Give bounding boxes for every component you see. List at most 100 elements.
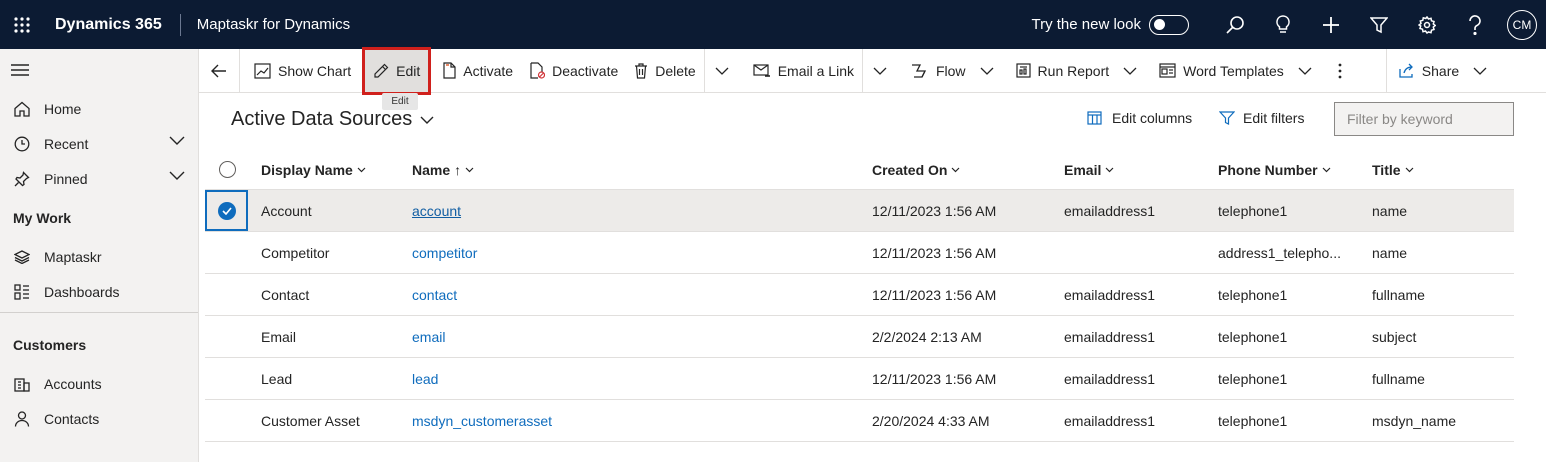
- table-row[interactable]: Lead lead 12/11/2023 1:56 AM emailaddres…: [205, 358, 1514, 400]
- phone-cell: telephone1: [1218, 371, 1288, 387]
- title-cell: fullname: [1372, 287, 1425, 303]
- arrow-left-icon: [211, 64, 227, 78]
- sidebar: Home Recent Pinned My Work Maptaskr Dash…: [0, 49, 199, 462]
- share-button[interactable]: Share: [1387, 49, 1495, 93]
- display-name-cell: Lead: [261, 371, 293, 387]
- gear-icon[interactable]: [1403, 0, 1451, 49]
- edit-label: Edit: [396, 62, 421, 79]
- try-new-look-label: Try the new look: [1031, 16, 1142, 33]
- lightbulb-icon[interactable]: [1259, 0, 1307, 49]
- sidebar-item-label: Home: [44, 101, 82, 117]
- title-cell: fullname: [1372, 371, 1425, 387]
- sidebar-item-home[interactable]: Home: [0, 92, 199, 126]
- sidebar-item-dashboards[interactable]: Dashboards: [0, 275, 199, 309]
- sidebar-item-label: Contacts: [44, 411, 100, 427]
- word-templates-chevron-down-icon: [1298, 67, 1312, 75]
- column-header-created-on[interactable]: Created On: [872, 162, 960, 178]
- clock-icon: [12, 136, 32, 152]
- page-title[interactable]: Active Data Sources: [231, 108, 412, 131]
- column-header-email[interactable]: Email: [1064, 162, 1114, 178]
- chevron-down-icon[interactable]: [169, 171, 185, 181]
- word-templates-button[interactable]: Word Templates: [1145, 49, 1320, 93]
- more-commands-icon[interactable]: [1320, 49, 1360, 93]
- email-cell: emailaddress1: [1064, 203, 1156, 219]
- flow-label: Flow: [935, 62, 966, 79]
- name-link[interactable]: msdyn_customerasset: [412, 413, 552, 429]
- email-link-label: Email a Link: [777, 62, 854, 79]
- back-button[interactable]: [199, 49, 239, 93]
- edit-filters-button[interactable]: Edit filters: [1219, 110, 1304, 126]
- sidebar-item-contacts[interactable]: Contacts: [0, 402, 199, 436]
- row-select-checkbox[interactable]: [205, 190, 248, 231]
- flow-button[interactable]: Flow: [897, 49, 1002, 93]
- name-link[interactable]: lead: [412, 371, 438, 387]
- brand-name[interactable]: Dynamics 365: [55, 16, 162, 34]
- select-all-checkbox[interactable]: [219, 161, 236, 178]
- phone-cell: telephone1: [1218, 287, 1288, 303]
- name-link[interactable]: email: [412, 329, 445, 345]
- column-header-title[interactable]: Title: [1372, 162, 1414, 178]
- column-header-name[interactable]: Name ↑: [412, 162, 474, 178]
- created-on-cell: 12/11/2023 1:56 AM: [872, 287, 997, 303]
- chevron-down-icon: [1105, 167, 1114, 173]
- display-name-cell: Account: [261, 203, 312, 219]
- word-templates-label: Word Templates: [1183, 62, 1284, 79]
- name-link[interactable]: contact: [412, 287, 457, 303]
- filter-icon[interactable]: [1355, 0, 1403, 49]
- email-link-chevron-down-icon[interactable]: [863, 49, 897, 93]
- edit-columns-button[interactable]: Edit columns: [1087, 110, 1192, 126]
- email-cell: emailaddress1: [1064, 287, 1156, 303]
- activate-button[interactable]: Activate: [434, 49, 521, 93]
- sidebar-item-recent[interactable]: Recent: [0, 127, 199, 161]
- edit-button[interactable]: Edit: [362, 46, 432, 95]
- plus-icon[interactable]: [1307, 0, 1355, 49]
- email-cell: emailaddress1: [1064, 413, 1156, 429]
- table-row[interactable]: Email email 2/2/2024 2:13 AM emailaddres…: [205, 316, 1514, 358]
- phone-cell: telephone1: [1218, 413, 1288, 429]
- name-link[interactable]: competitor: [412, 245, 477, 261]
- app-launcher-icon[interactable]: [0, 0, 44, 49]
- avatar[interactable]: CM: [1507, 9, 1537, 40]
- new-look-toggle[interactable]: [1149, 14, 1189, 35]
- sidebar-item-accounts[interactable]: Accounts: [0, 367, 199, 401]
- sidebar-item-maptaskr[interactable]: Maptaskr: [0, 240, 199, 274]
- filter-keyword-input[interactable]: Filter by keyword: [1334, 102, 1514, 136]
- delete-button[interactable]: Delete: [626, 49, 703, 93]
- chevron-down-icon[interactable]: [169, 136, 185, 146]
- customers-group-label: Customers: [13, 337, 87, 353]
- table-row[interactable]: Account account 12/11/2023 1:56 AM email…: [205, 190, 1514, 232]
- title-cell: subject: [1372, 329, 1417, 345]
- sort-ascending-icon: ↑: [454, 162, 462, 178]
- table-row[interactable]: Contact contact 12/11/2023 1:56 AM email…: [205, 274, 1514, 316]
- more-delete-chevron-down-icon[interactable]: [705, 49, 739, 93]
- help-icon[interactable]: [1451, 0, 1499, 49]
- flow-icon: [911, 63, 929, 78]
- email-link-button[interactable]: Email a Link: [739, 49, 862, 93]
- chevron-down-icon: [1405, 167, 1414, 173]
- view-selector-chevron-down-icon[interactable]: [420, 116, 434, 124]
- table-row[interactable]: Competitor competitor 12/11/2023 1:56 AM…: [205, 232, 1514, 274]
- chevron-down-icon: [951, 167, 960, 173]
- display-name-cell: Competitor: [261, 245, 330, 261]
- hamburger-menu-icon[interactable]: [11, 63, 29, 77]
- name-link[interactable]: account: [412, 203, 461, 219]
- table-row[interactable]: Customer Asset msdyn_customerasset 2/20/…: [205, 400, 1514, 442]
- column-header-display-name[interactable]: Display Name: [261, 162, 366, 178]
- deactivate-button[interactable]: Deactivate: [521, 49, 626, 93]
- column-header-phone-number[interactable]: Phone Number: [1218, 162, 1331, 178]
- search-icon[interactable]: [1211, 0, 1259, 49]
- app-name[interactable]: Maptaskr for Dynamics: [197, 16, 350, 33]
- title-cell: msdyn_name: [1372, 413, 1457, 429]
- sidebar-item-pinned[interactable]: Pinned: [0, 162, 199, 196]
- run-report-button[interactable]: Run Report: [1002, 49, 1146, 93]
- email-cell: emailaddress1: [1064, 329, 1156, 345]
- show-chart-button[interactable]: Show Chart: [240, 49, 359, 93]
- building-icon: [12, 376, 32, 392]
- display-name-cell: Contact: [261, 287, 310, 303]
- display-name-cell: Customer Asset: [261, 413, 360, 429]
- phone-cell: address1_telepho...: [1218, 245, 1341, 261]
- sidebar-item-label: Pinned: [44, 171, 88, 187]
- created-on-cell: 12/11/2023 1:56 AM: [872, 371, 997, 387]
- chevron-down-icon: [357, 167, 366, 173]
- grid-header-row: Display Name Name ↑ Created On Email Pho…: [205, 150, 1514, 190]
